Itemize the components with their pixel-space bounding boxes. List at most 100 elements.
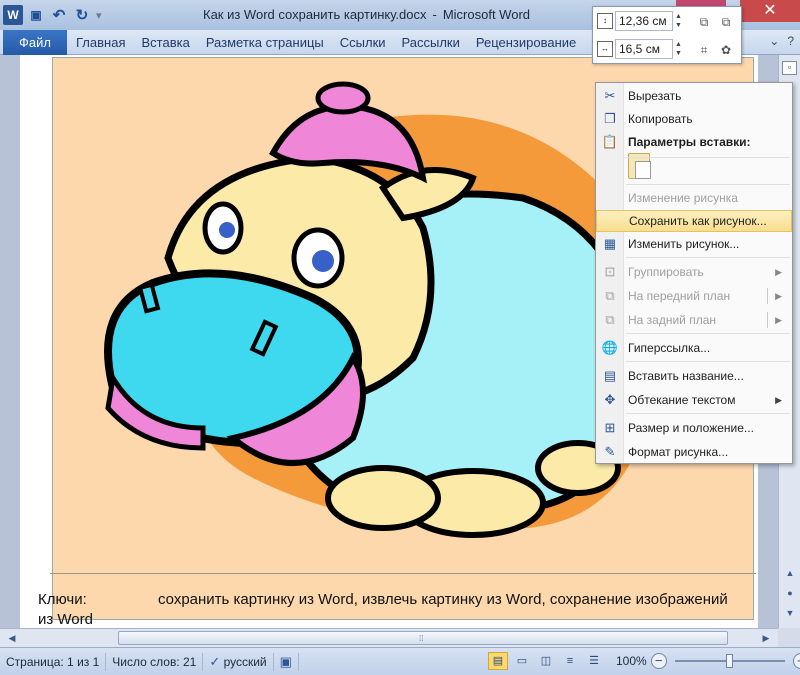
- tab-4[interactable]: Рассылки: [394, 35, 468, 50]
- height-icon: ↕: [597, 13, 613, 29]
- reading-view-icon[interactable]: ▭: [512, 652, 532, 670]
- menu-separator: [626, 257, 790, 258]
- bring-forward-icon[interactable]: ⧉: [695, 13, 713, 31]
- caption-icon: ▤: [603, 368, 617, 383]
- scissors-icon: ✂: [604, 88, 616, 103]
- menu-item-3[interactable]: Изменение рисунка: [596, 187, 792, 209]
- word-app-icon[interactable]: W: [3, 5, 23, 25]
- menu-separator: [626, 184, 790, 185]
- language-indicator[interactable]: ✓ русский: [203, 652, 274, 671]
- width-field[interactable]: 16,5 см: [615, 39, 673, 59]
- group-icon: ⊡: [604, 264, 616, 279]
- submenu-arrow-icon: ▶: [775, 266, 782, 277]
- tab-2[interactable]: Разметка страницы: [198, 35, 332, 50]
- scroll-right-icon[interactable]: ▶: [760, 632, 772, 644]
- ribbon-controls: ⌄ ?: [769, 34, 794, 48]
- zoom-out-button[interactable]: −: [650, 653, 667, 669]
- keys-paragraph: Ключи: сохранить картинку из Word, извлеч…: [38, 590, 758, 630]
- view-zoom-controls: ▤ ▭ ◫ ≡ ☰ 100% − +: [488, 652, 800, 670]
- wrap-text-icon: ✥: [604, 392, 616, 407]
- scroll-up-icon[interactable]: ▲: [784, 567, 796, 579]
- menu-item-7[interactable]: ⧉ На передний план ▶: [596, 285, 792, 307]
- customize-qat-icon[interactable]: ▾: [96, 9, 102, 22]
- menu-item-label: Изменить рисунок...: [628, 237, 740, 251]
- menu-separator: [626, 157, 790, 158]
- menu-item-4[interactable]: Сохранить как рисунок...: [596, 210, 792, 232]
- menu-item-1[interactable]: ❐ Копировать: [596, 108, 792, 130]
- copy-icon: ❐: [604, 111, 616, 126]
- minimize-ribbon-icon[interactable]: ⌄: [769, 34, 779, 48]
- help-icon[interactable]: ?: [787, 34, 794, 48]
- size-mini-toolbar: ↕ 12,36 см ▲ ▼ ↔ 16,5 см ▲ ▼ ⧉ ⧉ ⌗ ✿: [592, 6, 742, 64]
- menu-item-label: Вставить название...: [628, 369, 744, 383]
- tab-3[interactable]: Ссылки: [332, 35, 394, 50]
- menu-item-6[interactable]: ⊡ Группировать ▶: [596, 261, 792, 283]
- menu-separator: [626, 361, 790, 362]
- app-name: Microsoft Word: [442, 7, 531, 22]
- menu-item-label: Параметры вставки:: [628, 135, 751, 149]
- height-spinner-icon[interactable]: ▲ ▼: [675, 12, 685, 30]
- close-button[interactable]: ✕: [740, 0, 800, 22]
- send-back-icon: ⧉: [605, 312, 615, 327]
- outline-view-icon[interactable]: ≡: [560, 652, 580, 670]
- title-separator: -: [432, 7, 437, 22]
- zoom-slider-thumb[interactable]: [726, 654, 734, 668]
- menu-item-10[interactable]: ▤ Вставить название...: [596, 365, 792, 387]
- menu-item-2: 📋 Параметры вставки:: [596, 131, 792, 153]
- format-picture-icon: ✎: [604, 444, 616, 459]
- menu-item-12[interactable]: ⊞ Размер и положение...: [596, 417, 792, 439]
- redo-icon[interactable]: ↻: [72, 5, 92, 25]
- crop-icon[interactable]: ⌗: [695, 41, 713, 59]
- print-layout-view-icon[interactable]: ▤: [488, 652, 508, 670]
- window-title: Как из Word сохранить картинку.docx - Micr…: [200, 7, 533, 22]
- zoom-level[interactable]: 100%: [616, 654, 647, 668]
- menu-item-label: Копировать: [628, 112, 693, 126]
- zoom-slider[interactable]: [674, 654, 785, 668]
- height-field[interactable]: 12,36 см: [615, 11, 673, 31]
- menu-item-label: Формат рисунка...: [628, 445, 729, 459]
- tab-5[interactable]: Рецензирование: [468, 35, 584, 50]
- split-divider: [767, 312, 768, 328]
- picture-bottom-border: [50, 573, 756, 574]
- zoom-in-button[interactable]: +: [792, 653, 800, 669]
- browse-object-icon[interactable]: ●: [784, 587, 796, 599]
- bring-front-icon: ⧉: [605, 288, 615, 303]
- menu-separator: [626, 413, 790, 414]
- web-layout-view-icon[interactable]: ◫: [536, 652, 556, 670]
- menu-item-0[interactable]: ✂ Вырезать: [596, 85, 792, 107]
- menu-item-11[interactable]: ✥ Обтекание текстом ▶: [596, 389, 792, 411]
- submenu-arrow-icon: ▶: [775, 290, 782, 301]
- menu-item-label: Вырезать: [628, 89, 682, 103]
- horizontal-scrollbar[interactable]: ◀ ⁞⁞ ▶: [0, 628, 778, 647]
- spellcheck-icon: ✓: [209, 653, 221, 669]
- send-backward-icon[interactable]: ⧉: [717, 13, 735, 31]
- grip-icon: ⁞⁞: [419, 634, 424, 643]
- menu-item-label: Гиперссылка...: [628, 341, 711, 355]
- tab-0[interactable]: Главная: [68, 35, 133, 50]
- size-position-icon: ⊞: [604, 420, 616, 435]
- scroll-left-icon[interactable]: ◀: [6, 632, 18, 644]
- width-spinner-icon[interactable]: ▲ ▼: [675, 40, 685, 58]
- menu-item-9[interactable]: 🌐 Гиперссылка...: [596, 337, 792, 359]
- scroll-thumb[interactable]: ⁞⁞: [118, 631, 728, 645]
- word-count[interactable]: Число слов: 21: [106, 652, 204, 671]
- tab-1[interactable]: Вставка: [133, 35, 197, 50]
- tab-file[interactable]: Файл: [3, 30, 67, 55]
- undo-icon[interactable]: ↶: [49, 5, 69, 25]
- menu-item-label: На задний план: [628, 313, 717, 327]
- menu-item-13[interactable]: ✎ Формат рисунка...: [596, 441, 792, 463]
- keys-label: Ключи:: [38, 591, 87, 608]
- scroll-down-icon[interactable]: ▼: [784, 607, 796, 619]
- width-icon: ↔: [597, 41, 613, 57]
- ruler-toggle-icon[interactable]: ▫: [782, 61, 797, 75]
- keys-text-cont: из Word: [38, 611, 93, 628]
- split-divider: [767, 288, 768, 304]
- macro-record-icon[interactable]: ▣: [274, 652, 299, 671]
- menu-item-8[interactable]: ⧉ На задний план ▶: [596, 309, 792, 331]
- menu-item-5[interactable]: ▦ Изменить рисунок...: [596, 233, 792, 255]
- menu-separator: [626, 333, 790, 334]
- draft-view-icon[interactable]: ☰: [584, 652, 604, 670]
- picture-styles-icon[interactable]: ✿: [717, 41, 735, 59]
- save-icon[interactable]: ▣: [26, 5, 46, 25]
- page-count[interactable]: Страница: 1 из 1: [0, 652, 107, 671]
